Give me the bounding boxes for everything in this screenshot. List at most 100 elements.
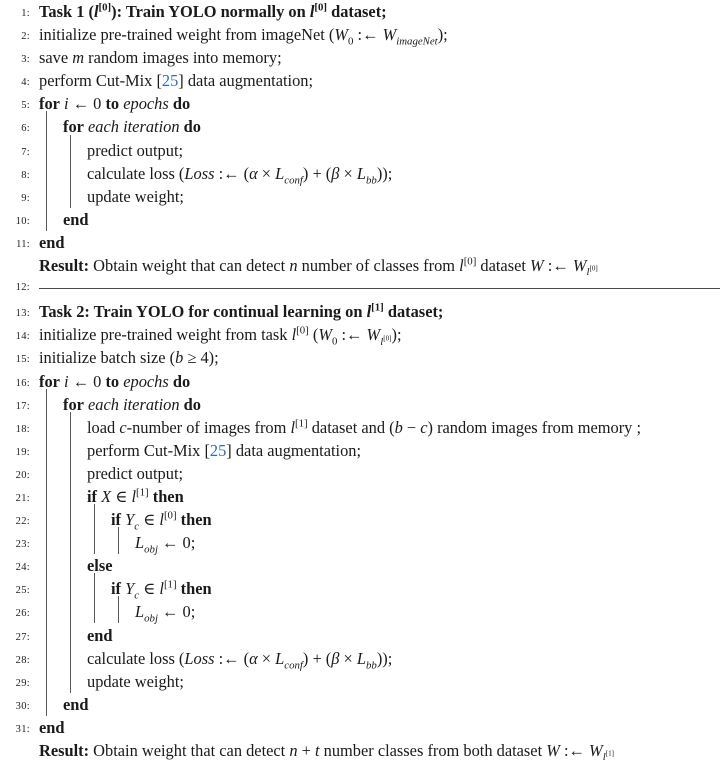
algo-line-25-content: if Yc ∈ l[1] then [39, 573, 723, 601]
superscript: [1] [163, 578, 177, 591]
algo-line-1-content: Task 1 (l[0]): Train YOLO normally on l[… [39, 0, 723, 23]
t: Task 1 ( [39, 2, 94, 21]
algo-result-2-content: Result: Obtain weight that can detect n … [39, 739, 723, 763]
indent-guide [39, 411, 63, 439]
indent-guide [39, 457, 63, 485]
t: ) + ( [302, 163, 332, 183]
t: :← ( [214, 648, 250, 668]
algo-line-4: 4: perform Cut-Mix [25] data augmentatio… [0, 69, 723, 92]
indent-guide [63, 665, 87, 693]
algo-line-4-content: perform Cut-Mix [25] data augmentation; [39, 69, 723, 92]
indent-guide [63, 550, 87, 578]
symbol-c: c [119, 417, 127, 437]
algo-line-6-content: for each iteration do [39, 111, 723, 139]
line-number-28: 28: [15, 654, 30, 666]
indent-guide [63, 596, 87, 624]
algo-result-2: Result: Obtain weight that can detect n … [0, 739, 723, 763]
indent-guide [63, 434, 87, 462]
line-number-18: 18: [15, 423, 30, 435]
algo-line-23-content: Lobj ← 0; [39, 527, 723, 555]
t: ← 0; [157, 533, 196, 553]
symbol-i: i [59, 94, 73, 114]
keyword-end: end [39, 232, 65, 252]
algo-line-27-content: end [39, 619, 723, 647]
algo-line-5-content: for i ← 0 to epochs do [39, 92, 723, 115]
t: initialize pre-trained weight from task [39, 325, 292, 345]
symbol-L: L [275, 163, 285, 183]
algo-result-1: Result: Obtain weight that can detect n … [0, 254, 723, 278]
t: ) + ( [302, 648, 332, 668]
superscript: [0] [383, 333, 392, 342]
algo-line-15-content: initialize batch size (b ≥ 4); [39, 346, 723, 369]
line-number-30: 30: [15, 700, 30, 712]
symbol-L: L [135, 602, 145, 622]
t: × [339, 163, 357, 183]
symbol-L: L [135, 533, 145, 553]
line-number-12: 12: [15, 282, 30, 294]
algo-line-31: 31: end [0, 716, 723, 739]
indent-guide [63, 504, 87, 532]
keyword-to: to [105, 371, 120, 391]
algo-line-20: 20: predict output; [0, 457, 723, 485]
line-number-19: 19: [15, 446, 30, 458]
loop-cond: each iteration [83, 117, 184, 137]
algo-line-29: 29: update weight; [0, 665, 723, 693]
algo-line-19: 19: perform Cut-Mix [25] data augmentati… [0, 434, 723, 462]
algo-line-22: 22: if Yc ∈ l[0] then [0, 504, 723, 532]
indent-guide [63, 642, 87, 670]
t: ); [437, 25, 448, 45]
t: ); [391, 325, 402, 345]
t: + [297, 741, 315, 760]
algo-line-18: 18: load c-number of images from l[1] da… [0, 411, 723, 439]
indent-guide [63, 480, 87, 509]
algo-line-23: 23: Lobj ← 0; [0, 527, 723, 555]
t: dataset [476, 256, 531, 276]
algo-line-22-content: if Yc ∈ l[0] then [39, 504, 723, 532]
symbol-loss: Loss [184, 163, 215, 183]
algo-line-8: 8: calculate loss (Loss :← (α × Lconf) +… [0, 157, 723, 185]
t: calculate loss ( [87, 648, 185, 668]
algo-line-16-content: for i ← 0 to epochs do [39, 370, 723, 393]
keyword-for: for [39, 94, 60, 114]
algo-line-21-content: if X ∈ l[1] then [39, 480, 723, 509]
symbol-n: n [289, 741, 298, 760]
symbol-loss: Loss [184, 648, 215, 668]
indent-guide [63, 411, 87, 439]
t: -number of images from [126, 417, 291, 437]
indent-guide [39, 157, 63, 185]
t: × [257, 648, 276, 668]
line-number-26: 26: [15, 608, 30, 620]
t: perform Cut-Mix [ [39, 71, 162, 91]
result-label: Result: [39, 741, 90, 760]
superscript: [1] [371, 301, 384, 314]
superscript: [0] [163, 509, 177, 522]
t: ] data augmentation; [178, 71, 314, 91]
line-number-16: 16: [15, 377, 30, 389]
citation-link-25[interactable]: 25 [210, 441, 226, 460]
t: dataset; [326, 2, 387, 21]
indent-guide [63, 619, 87, 647]
algo-line-7-content: predict output; [39, 134, 723, 162]
keyword-end: end [39, 717, 65, 737]
algo-line-16: 16: for i ← 0 to epochs do [0, 370, 723, 393]
line-number-22: 22: [15, 516, 30, 528]
symbol-W: W [334, 25, 349, 45]
t: )); [376, 163, 393, 183]
algo-line-1: 1: Task 1 (l[0]): Train YOLO normally on… [0, 0, 723, 23]
line-number-7: 7: [21, 146, 30, 158]
algo-line-29-content: update weight; [39, 665, 723, 693]
symbol-W: W [382, 25, 397, 45]
symbol-W: W [530, 256, 544, 276]
algo-line-17: 17: for each iteration do [0, 388, 723, 416]
algo-line-31-content: end [39, 716, 723, 739]
algo-line-15: 15: initialize batch size (b ≥ 4); [0, 346, 723, 369]
algo-line-19-content: perform Cut-Mix [25] data augmentation; [39, 434, 723, 462]
t: :← [337, 325, 367, 345]
indent-guide [63, 180, 87, 208]
line-number-13: 13: [15, 308, 30, 320]
algo-line-24-content: else [39, 550, 723, 578]
superscript: [0] [463, 255, 477, 268]
citation-link-25[interactable]: 25 [162, 71, 178, 90]
symbol-W: W [318, 325, 332, 345]
line-number-10: 10: [15, 215, 30, 227]
